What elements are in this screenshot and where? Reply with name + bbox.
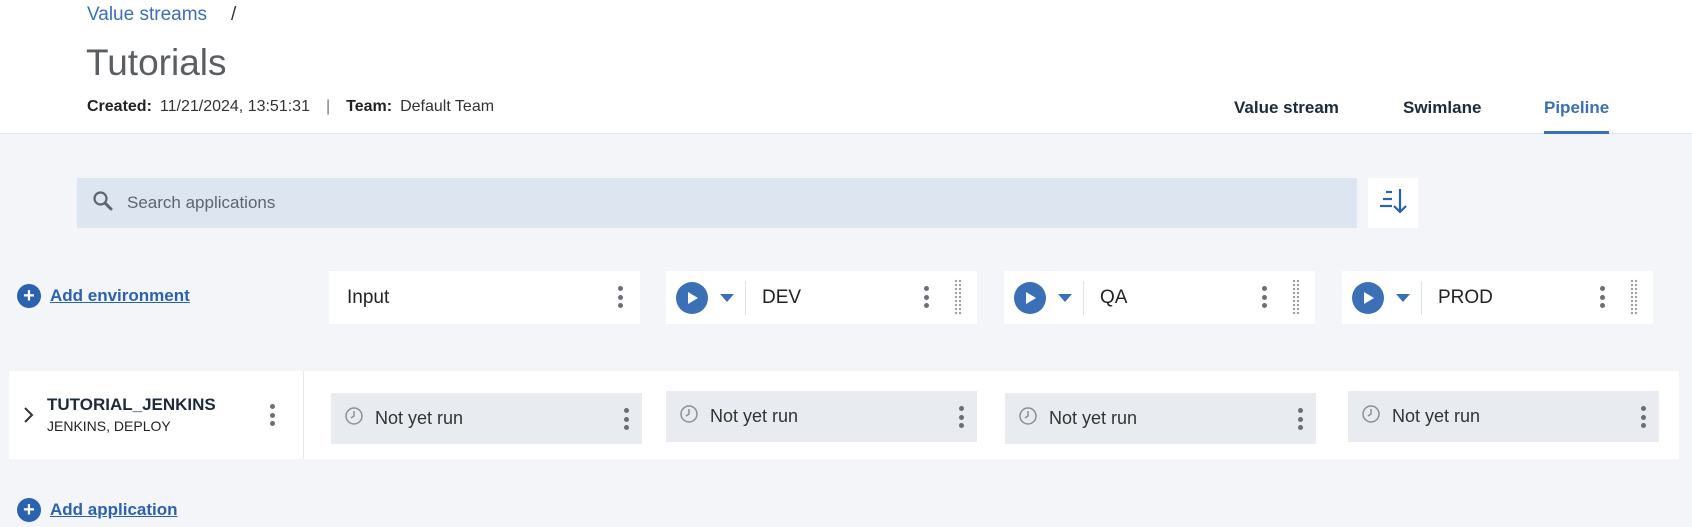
tab-swimlane[interactable]: Swimlane [1403,98,1481,134]
sort-button[interactable] [1368,178,1418,228]
status-cell-prod[interactable]: Not yet run [1348,391,1659,442]
status-menu-icon[interactable] [1636,405,1650,429]
environment-card-input: Input [329,271,640,324]
search-icon [91,189,115,218]
add-application-label: Add application [50,500,178,519]
application-menu-icon[interactable] [265,403,279,427]
environment-name: PROD [1438,286,1493,308]
clock-icon [344,406,364,431]
add-environment-button[interactable]: + Add environment [17,284,190,308]
breadcrumb-link-value-streams[interactable]: Value streams [87,4,207,26]
status-menu-icon[interactable] [1293,407,1307,431]
divider [745,280,746,315]
search-input[interactable] [127,193,1227,213]
play-icon[interactable] [1352,281,1384,314]
environment-menu-icon[interactable] [1257,285,1271,309]
breadcrumb: Value streams / [87,4,236,26]
drag-handle-icon[interactable] [1292,279,1300,315]
tab-pipeline[interactable]: Pipeline [1544,98,1610,134]
environment-menu-icon[interactable] [613,285,627,309]
status-text: Not yet run [375,408,464,428]
breadcrumb-separator: / [231,4,237,25]
chevron-down-icon[interactable] [720,293,734,302]
status-menu-icon[interactable] [619,407,633,431]
application-info: TUTORIAL_JENKINS JENKINS, DEPLOY [9,371,304,459]
status-text: Not yet run [710,406,799,426]
search-bar [77,178,1357,228]
page-header: Value streams / Tutorials Created: 11/21… [0,0,1692,134]
clock-icon [1361,404,1381,429]
page-title: Tutorials [86,42,227,83]
chevron-down-icon[interactable] [1396,293,1410,302]
chevron-right-icon[interactable] [23,406,35,429]
drag-handle-icon[interactable] [1630,279,1638,315]
status-text: Not yet run [1049,408,1138,428]
application-row: TUTORIAL_JENKINS JENKINS, DEPLOY Not yet… [9,371,1679,459]
sort-descending-icon [1378,187,1408,220]
drag-handle-icon[interactable] [954,279,962,315]
application-name[interactable]: TUTORIAL_JENKINS [47,395,216,415]
environment-card-prod: PROD [1342,271,1653,324]
divider [1421,280,1422,315]
add-icon: + [17,498,41,522]
tab-value-stream[interactable]: Value stream [1234,98,1339,134]
play-icon[interactable] [1014,281,1046,314]
environment-name: DEV [762,286,802,308]
environment-card-dev: DEV [666,271,977,324]
chevron-down-icon[interactable] [1058,293,1072,302]
environment-menu-icon[interactable] [1595,285,1609,309]
view-tabs: Value stream Swimlane Pipeline [0,98,1692,134]
add-icon: + [17,284,41,308]
status-text: Not yet run [1392,406,1481,426]
add-application-button[interactable]: + Add application [17,498,178,522]
application-tags: JENKINS, DEPLOY [47,418,171,434]
clock-icon [1018,406,1038,431]
add-environment-label: Add environment [50,286,190,305]
status-cell-qa[interactable]: Not yet run [1005,393,1316,444]
divider [1083,280,1084,315]
status-menu-icon[interactable] [954,405,968,429]
clock-icon [679,404,699,429]
environment-card-qa: QA [1004,271,1315,324]
status-cell-dev[interactable]: Not yet run [666,391,977,442]
environment-menu-icon[interactable] [919,285,933,309]
status-cell-input[interactable]: Not yet run [331,393,642,444]
environment-name: QA [1100,286,1128,308]
play-icon[interactable] [676,281,708,314]
environment-name: Input [347,286,390,308]
